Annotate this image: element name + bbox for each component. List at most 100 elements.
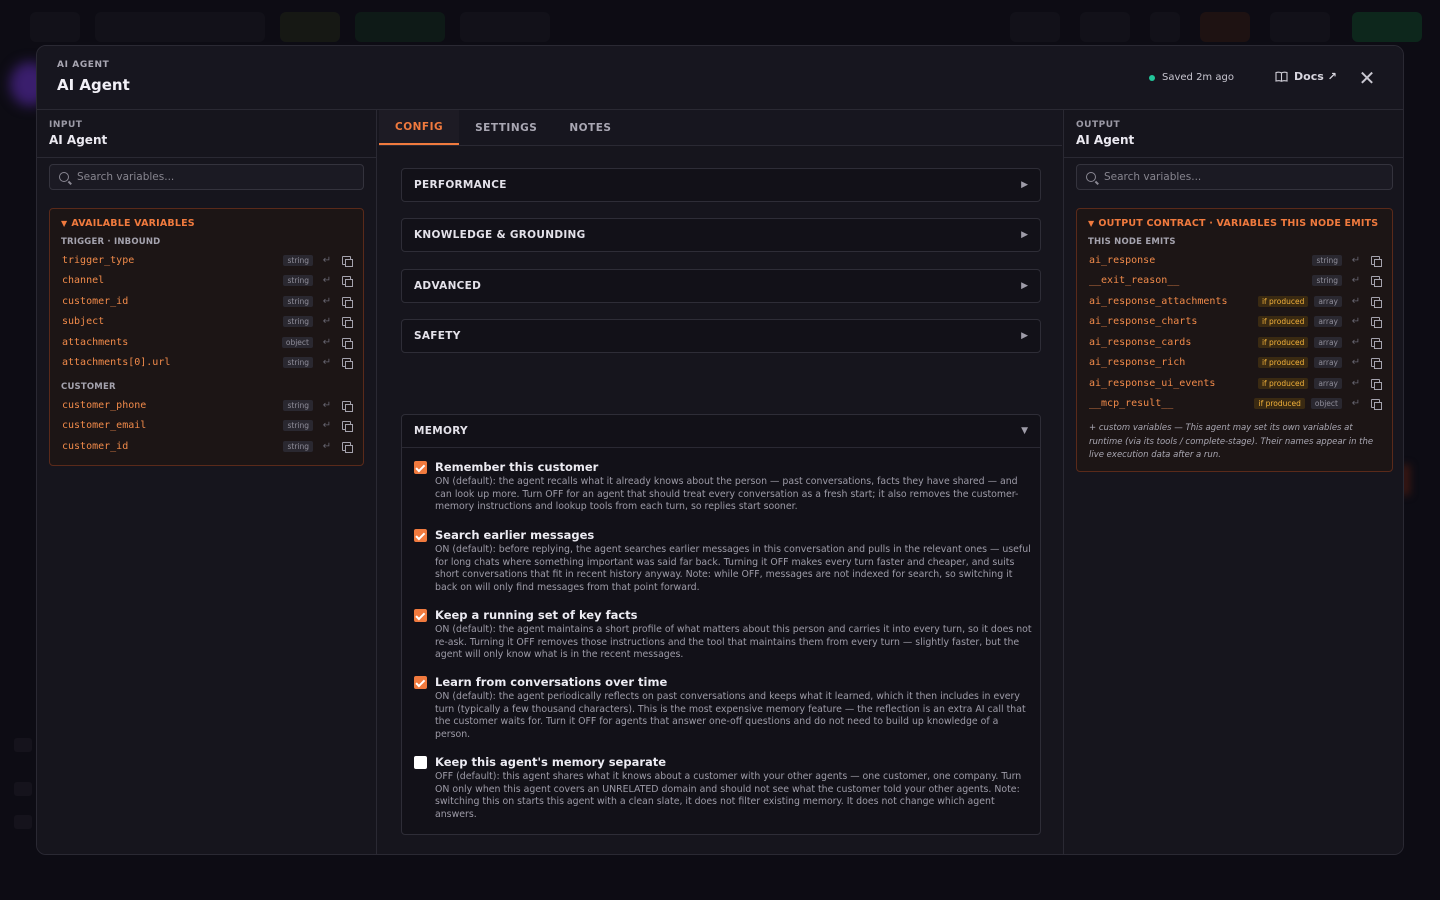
output-search-input[interactable] (1104, 171, 1364, 183)
variable-row[interactable]: attachments object ↵ (50, 332, 363, 353)
modal-eyebrow: AI AGENT (57, 60, 110, 70)
available-variables-toggle[interactable]: ▼ AVAILABLE VARIABLES (50, 216, 363, 230)
section-knowledge-grounding[interactable]: KNOWLEDGE & GROUNDING ▶ (401, 218, 1041, 252)
if-produced-badge: if produced (1257, 377, 1309, 389)
variable-row[interactable]: __exit_reason__ string ↵ (1077, 271, 1392, 292)
insert-icon[interactable]: ↵ (1350, 398, 1362, 409)
insert-icon[interactable]: ↵ (1350, 378, 1362, 389)
input-search-input[interactable] (77, 171, 337, 183)
insert-icon[interactable]: ↵ (321, 420, 333, 431)
copy-icon[interactable] (1371, 296, 1382, 308)
variable-row[interactable]: __mcp_result__ if produced object ↵ (1077, 394, 1392, 415)
if-produced-badge: if produced (1257, 316, 1309, 328)
backdrop-toolbar-block (1270, 12, 1330, 42)
section-advanced[interactable]: ADVANCED ▶ (401, 269, 1041, 303)
variable-row[interactable]: trigger_type string ↵ (50, 250, 363, 271)
node-config-modal: AI AGENT AI Agent Saved 2m ago Docs ↗ ✕ … (36, 45, 1404, 855)
insert-icon[interactable]: ↵ (1350, 255, 1362, 266)
copy-icon[interactable] (342, 400, 353, 412)
insert-icon[interactable]: ↵ (321, 255, 333, 266)
variable-row[interactable]: ai_response_ui_events if produced array ↵ (1077, 373, 1392, 394)
variable-row[interactable]: customer_id string ↵ (50, 291, 363, 312)
variable-row[interactable]: channel string ↵ (50, 271, 363, 292)
variable-row[interactable]: ai_response_attachments if produced array ↵ (1077, 291, 1392, 312)
copy-icon[interactable] (342, 421, 353, 433)
variable-row[interactable]: ai_response_cards if produced array ↵ (1077, 332, 1392, 353)
insert-icon[interactable]: ↵ (1350, 296, 1362, 307)
memory-option: Keep this agent's memory separate OFF (de… (414, 755, 1034, 821)
type-badge: array (1314, 357, 1342, 369)
caret-down-icon: ▼ (1088, 218, 1095, 228)
memory-option-checkbox[interactable] (414, 529, 427, 542)
type-badge: string (283, 440, 313, 452)
insert-icon[interactable]: ↵ (321, 357, 333, 368)
variable-name: ai_response_cards (1089, 336, 1192, 348)
variable-row[interactable]: attachments[0].url string ↵ (50, 353, 363, 374)
copy-icon[interactable] (1371, 399, 1382, 411)
variable-name: __mcp_result__ (1089, 398, 1174, 410)
copy-icon[interactable] (1371, 337, 1382, 349)
backdrop-toolbar-block (355, 12, 445, 42)
copy-icon[interactable] (342, 255, 353, 267)
insert-icon[interactable]: ↵ (321, 441, 333, 452)
memory-section-label: MEMORY (414, 425, 468, 437)
section-label: SAFETY (414, 330, 461, 342)
copy-icon[interactable] (342, 358, 353, 370)
insert-icon[interactable]: ↵ (321, 296, 333, 307)
memory-option-title: Keep a running set of key facts (435, 608, 638, 622)
tab-notes[interactable]: NOTES (553, 110, 627, 145)
copy-icon[interactable] (1371, 255, 1382, 267)
copy-icon[interactable] (342, 317, 353, 329)
memory-option-checkbox[interactable] (414, 609, 427, 622)
variable-row[interactable]: ai_response string ↵ (1077, 250, 1392, 271)
section-safety[interactable]: SAFETY ▶ (401, 319, 1041, 353)
expand-arrow-icon: ▶ (1021, 230, 1028, 240)
memory-option-checkbox[interactable] (414, 676, 427, 689)
output-title: AI Agent (1076, 133, 1135, 147)
output-contract-toggle[interactable]: ▼ OUTPUT CONTRACT · VARIABLES THIS NODE … (1077, 216, 1392, 230)
save-status-text: Saved 2m ago (1162, 72, 1234, 83)
copy-icon[interactable] (1371, 317, 1382, 329)
copy-icon[interactable] (342, 296, 353, 308)
variable-row[interactable]: subject string ↵ (50, 312, 363, 333)
memory-option-description: ON (default): the agent periodically ref… (435, 691, 1026, 740)
insert-icon[interactable]: ↵ (321, 275, 333, 286)
insert-icon[interactable]: ↵ (321, 316, 333, 327)
variable-row[interactable]: ai_response_rich if produced array ↵ (1077, 353, 1392, 374)
memory-option-checkbox[interactable] (414, 461, 427, 474)
type-badge: array (1314, 377, 1342, 389)
tab-config[interactable]: CONFIG (379, 110, 460, 145)
variable-row[interactable]: ai_response_charts if produced array ↵ (1077, 312, 1392, 333)
memory-section-header[interactable]: MEMORY ▼ (402, 415, 1040, 448)
copy-icon[interactable] (342, 276, 353, 288)
variable-row[interactable]: customer_email string ↵ (50, 416, 363, 437)
variable-row[interactable]: customer_id string ↵ (50, 436, 363, 457)
memory-option-checkbox[interactable] (414, 756, 427, 769)
type-badge: object (1310, 398, 1342, 410)
variable-name: ai_response (1089, 254, 1156, 266)
docs-link[interactable]: Docs ↗ (1275, 70, 1337, 83)
variable-name: customer_phone (62, 399, 147, 411)
insert-icon[interactable]: ↵ (321, 400, 333, 411)
insert-icon[interactable]: ↵ (1350, 337, 1362, 348)
insert-icon[interactable]: ↵ (1350, 316, 1362, 327)
close-icon[interactable]: ✕ (1357, 66, 1377, 90)
copy-icon[interactable] (342, 441, 353, 453)
variable-row[interactable]: customer_phone string ↵ (50, 395, 363, 416)
insert-icon[interactable]: ↵ (1350, 357, 1362, 368)
type-badge: string (283, 254, 313, 266)
insert-icon[interactable]: ↵ (1350, 275, 1362, 286)
tab-settings[interactable]: SETTINGS (459, 110, 553, 145)
search-icon (1086, 172, 1096, 182)
copy-icon[interactable] (1371, 378, 1382, 390)
insert-icon[interactable]: ↵ (321, 337, 333, 348)
copy-icon[interactable] (1371, 358, 1382, 370)
copy-icon[interactable] (342, 337, 353, 349)
type-badge: string (1312, 254, 1342, 266)
copy-icon[interactable] (1371, 276, 1382, 288)
memory-option-title: Keep this agent's memory separate (435, 755, 667, 769)
custom-variables-note: + custom variables — This agent may set … (1089, 423, 1374, 460)
tab-bar: CONFIG SETTINGS NOTES (379, 110, 1062, 146)
variable-name: channel (62, 275, 105, 287)
section-performance[interactable]: PERFORMANCE ▶ (401, 168, 1041, 202)
